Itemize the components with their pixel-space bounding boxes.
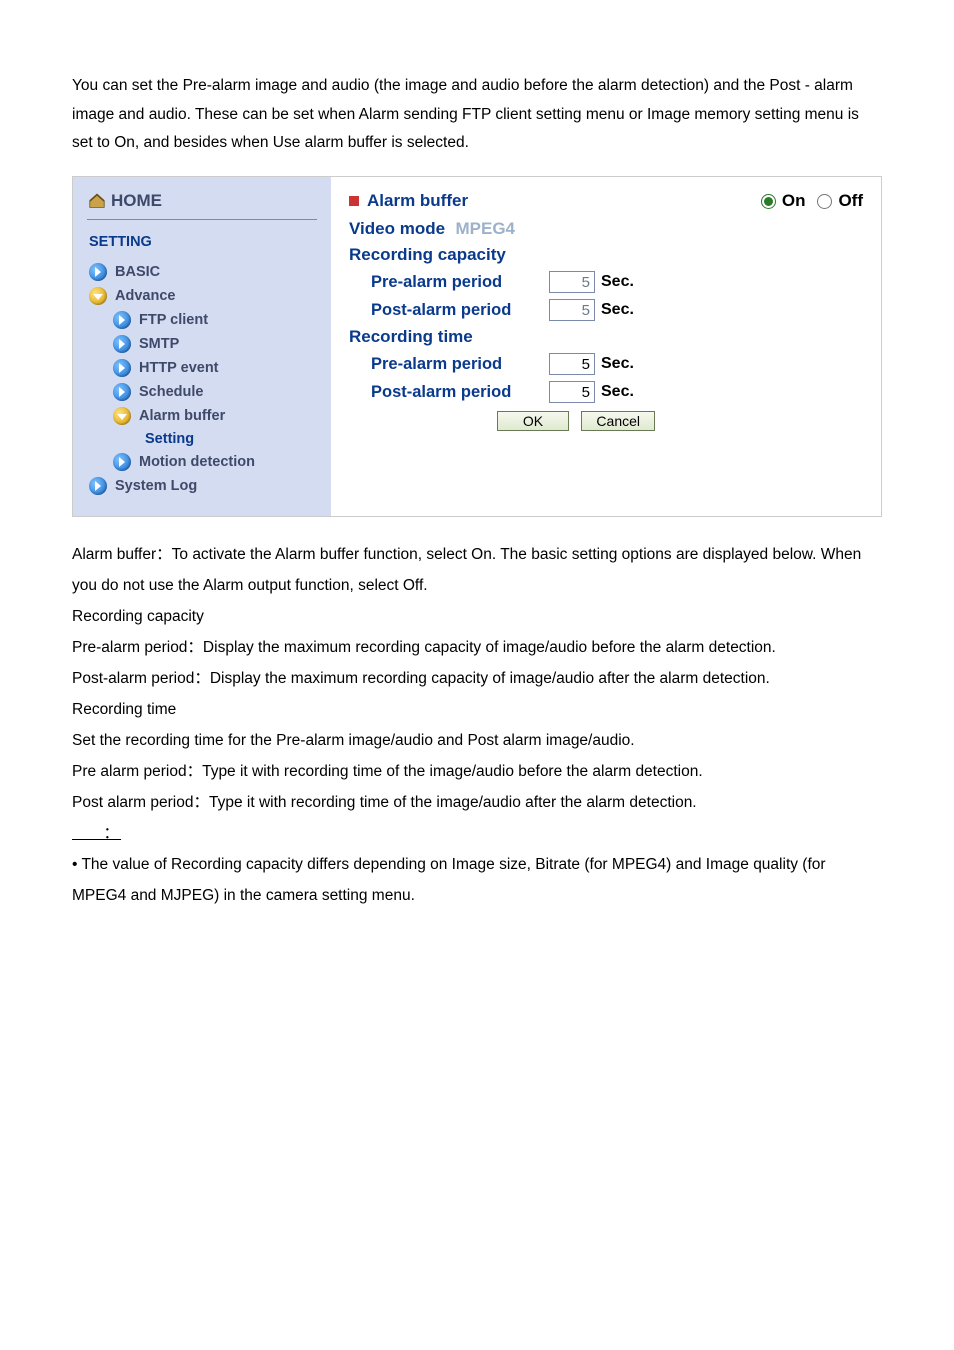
sec-unit: Sec.	[601, 355, 634, 373]
nav-basic[interactable]: BASIC	[73, 260, 331, 284]
desc-post-alarm-time: Post alarm period：Type it with recording…	[72, 787, 882, 818]
capacity-pre-alarm-input	[549, 271, 595, 293]
arrow-right-icon	[113, 383, 131, 401]
ok-button[interactable]: OK	[497, 411, 569, 431]
pre-alarm-period-label: Pre-alarm period	[349, 273, 549, 292]
radio-off[interactable]	[817, 194, 832, 209]
time-post-alarm-input[interactable]	[549, 381, 595, 403]
nav-ftp-label: FTP client	[139, 312, 208, 328]
sidebar-divider	[87, 219, 317, 220]
nav-http-event[interactable]: HTTP event	[73, 356, 331, 380]
cancel-button[interactable]: Cancel	[581, 411, 655, 431]
section-marker-icon	[349, 196, 359, 206]
sec-unit: Sec.	[601, 301, 634, 319]
sidebar: HOME SETTING BASIC Advance FTP client SM…	[73, 177, 331, 516]
desc-recording-time-info: Set the recording time for the Pre-alarm…	[72, 725, 882, 756]
nav-setting-item[interactable]: Setting	[73, 428, 331, 450]
time-pre-alarm-input[interactable]	[549, 353, 595, 375]
nav-ftp-client[interactable]: FTP client	[73, 308, 331, 332]
note-heading: ：	[72, 825, 121, 842]
nav-smtp-label: SMTP	[139, 336, 179, 352]
video-mode-value: MPEG4	[456, 219, 516, 238]
arrow-right-icon	[113, 453, 131, 471]
arrow-right-icon	[113, 311, 131, 329]
arrow-right-icon	[113, 359, 131, 377]
arrow-right-icon	[89, 477, 107, 495]
nav-syslog-label: System Log	[115, 478, 197, 494]
nav-system-log[interactable]: System Log	[73, 474, 331, 498]
home-icon	[87, 193, 107, 209]
main-content: Alarm buffer On Off Video mode MPEG4 Rec…	[331, 177, 881, 516]
settings-panel: HOME SETTING BASIC Advance FTP client SM…	[72, 176, 882, 517]
desc-recording-time: Recording time	[72, 694, 882, 725]
desc-pre-alarm-time: Pre alarm period：Type it with recording …	[72, 756, 882, 787]
nav-schedule[interactable]: Schedule	[73, 380, 331, 404]
desc-pre-alarm-capacity: Pre-alarm period：Display the maximum rec…	[72, 632, 882, 663]
recording-time-heading: Recording time	[349, 327, 863, 347]
intro-paragraph: You can set the Pre-alarm image and audi…	[0, 0, 954, 176]
nav-schedule-label: Schedule	[139, 384, 203, 400]
video-mode-label: Video mode	[349, 219, 445, 238]
desc-recording-capacity: Recording capacity	[72, 601, 882, 632]
post-alarm-period-label: Post-alarm period	[349, 301, 549, 320]
setting-heading: SETTING	[73, 234, 331, 260]
nav-smtp[interactable]: SMTP	[73, 332, 331, 356]
arrow-right-icon	[89, 263, 107, 281]
nav-http-label: HTTP event	[139, 360, 219, 376]
nav-motion-label: Motion detection	[139, 454, 255, 470]
sec-unit: Sec.	[601, 383, 634, 401]
recording-capacity-heading: Recording capacity	[349, 245, 863, 265]
page-title: Alarm buffer	[367, 191, 761, 211]
radio-on[interactable]	[761, 194, 776, 209]
description-section: Alarm buffer：To activate the Alarm buffe…	[0, 517, 954, 961]
pre-alarm-period-label: Pre-alarm period	[349, 355, 549, 374]
home-link[interactable]: HOME	[73, 191, 331, 219]
capacity-post-alarm-input	[549, 299, 595, 321]
nav-alarm-buffer-label: Alarm buffer	[139, 408, 225, 424]
note-text: • The value of Recording capacity differ…	[72, 849, 882, 911]
home-label: HOME	[111, 191, 162, 211]
desc-post-alarm-capacity: Post-alarm period：Display the maximum re…	[72, 663, 882, 694]
arrow-right-icon	[113, 335, 131, 353]
sec-unit: Sec.	[601, 273, 634, 291]
desc-alarm-buffer: Alarm buffer：To activate the Alarm buffe…	[72, 539, 882, 601]
nav-alarm-buffer[interactable]: Alarm buffer	[73, 404, 331, 428]
nav-advance[interactable]: Advance	[73, 284, 331, 308]
nav-basic-label: BASIC	[115, 264, 160, 280]
nav-motion-detection[interactable]: Motion detection	[73, 450, 331, 474]
radio-off-label: Off	[838, 191, 863, 211]
radio-on-label: On	[782, 191, 806, 211]
arrow-down-icon	[89, 287, 107, 305]
nav-advance-label: Advance	[115, 288, 175, 304]
alarm-buffer-toggle: On Off	[761, 191, 863, 211]
post-alarm-period-label: Post-alarm period	[349, 383, 549, 402]
arrow-down-icon	[113, 407, 131, 425]
